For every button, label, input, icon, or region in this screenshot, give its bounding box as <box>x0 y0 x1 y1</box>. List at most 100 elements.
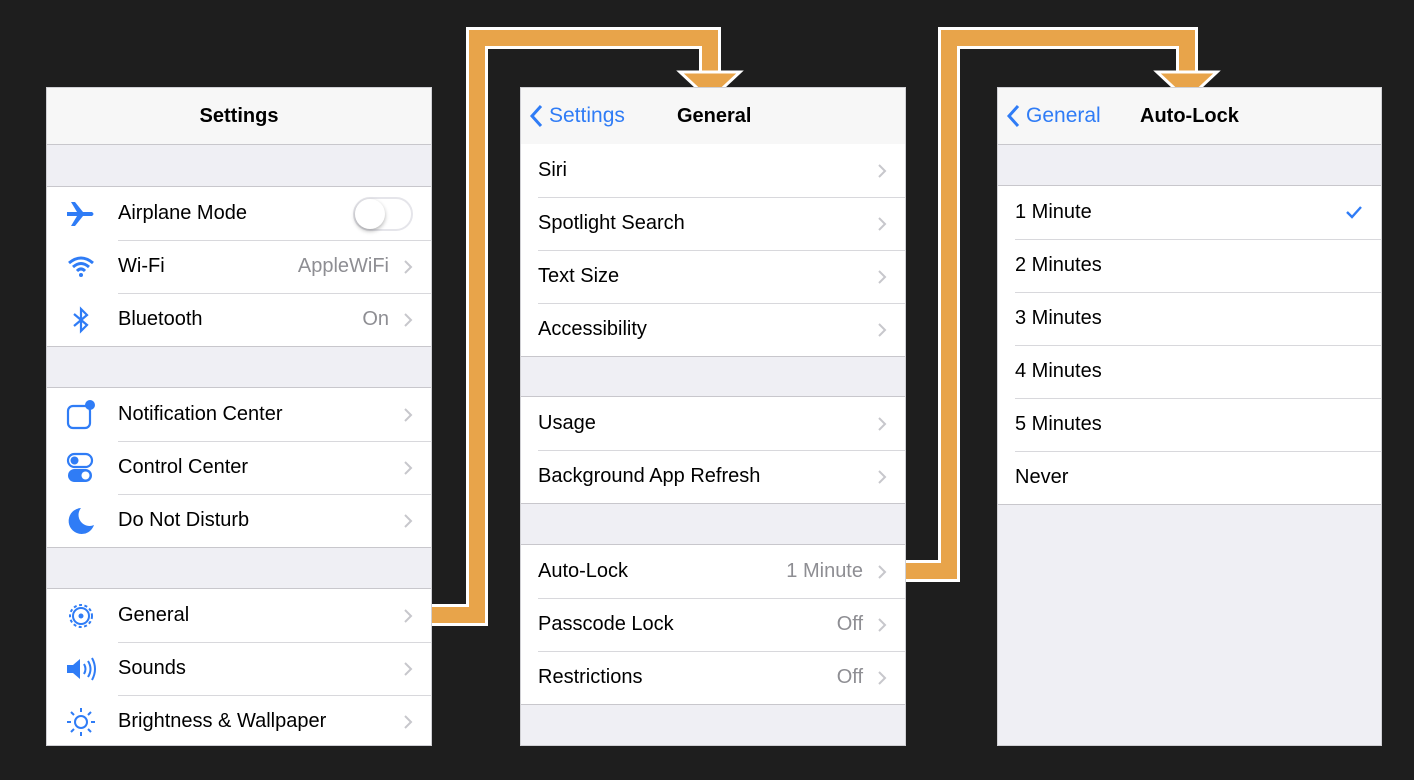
back-label: General <box>1026 104 1101 127</box>
row-spotlight-search[interactable]: Spotlight Search <box>521 197 905 250</box>
row-label: Background App Refresh <box>538 465 761 487</box>
page-title: Settings <box>199 105 279 127</box>
option-2-minutes[interactable]: 2 Minutes <box>998 239 1381 292</box>
row-label: Bluetooth <box>118 308 203 330</box>
general-screen: Settings General Siri Spotlight Search T… <box>520 87 906 746</box>
settings-group-connectivity: Airplane Mode Wi-Fi AppleWiFi Bluetooth … <box>47 186 431 347</box>
sun-icon <box>65 706 97 738</box>
settings-screen: Settings Airplane Mode Wi-Fi AppleWiFi B… <box>46 87 432 746</box>
chevron-right-icon <box>403 714 413 735</box>
general-group-2: Usage Background App Refresh <box>521 396 905 504</box>
row-label: Brightness & Wallpaper <box>118 710 327 732</box>
row-background-app-refresh[interactable]: Background App Refresh <box>521 450 905 503</box>
page-title: General <box>677 105 752 127</box>
airplane-icon <box>65 198 97 230</box>
navbar: General Auto-Lock <box>998 88 1381 145</box>
option-1-minute[interactable]: 1 Minute <box>998 186 1381 239</box>
row-label: Spotlight Search <box>538 212 685 234</box>
airplane-mode-toggle[interactable] <box>353 197 413 231</box>
chevron-right-icon <box>877 163 887 184</box>
row-label: Siri <box>538 159 567 181</box>
page-title: Auto-Lock <box>1140 105 1239 127</box>
row-label: Sounds <box>118 657 186 679</box>
chevron-left-icon <box>1006 104 1020 128</box>
option-label: 2 Minutes <box>1015 254 1102 276</box>
row-value: AppleWiFi <box>297 255 389 277</box>
bluetooth-icon <box>65 304 97 336</box>
option-label: Never <box>1015 466 1069 488</box>
row-passcode-lock[interactable]: Passcode Lock Off <box>521 598 905 651</box>
chevron-right-icon <box>877 269 887 290</box>
row-text-size[interactable]: Text Size <box>521 250 905 303</box>
notification-center-icon <box>65 399 97 431</box>
chevron-left-icon <box>529 104 543 128</box>
row-value: On <box>362 308 389 330</box>
row-label: Accessibility <box>538 318 647 340</box>
row-notification-center[interactable]: Notification Center <box>47 388 431 441</box>
chevron-right-icon <box>877 617 887 638</box>
option-4-minutes[interactable]: 4 Minutes <box>998 345 1381 398</box>
chevron-right-icon <box>877 322 887 343</box>
back-button[interactable]: General <box>1006 88 1101 144</box>
chevron-right-icon <box>403 460 413 481</box>
chevron-right-icon <box>403 407 413 428</box>
chevron-right-icon <box>403 608 413 629</box>
row-label: Wi-Fi <box>118 255 165 277</box>
auto-lock-options: 1 Minute 2 Minutes 3 Minutes 4 Minutes 5… <box>998 185 1381 505</box>
chevron-right-icon <box>403 513 413 534</box>
row-general[interactable]: General <box>47 589 431 642</box>
chevron-right-icon <box>403 312 413 333</box>
navbar: Settings General <box>521 88 905 145</box>
chevron-right-icon <box>877 564 887 585</box>
general-group-3: Auto-Lock 1 Minute Passcode Lock Off Res… <box>521 544 905 705</box>
row-accessibility[interactable]: Accessibility <box>521 303 905 356</box>
wifi-icon <box>65 251 97 283</box>
row-value: Off <box>836 613 863 635</box>
row-value: 1 Minute <box>786 560 863 582</box>
chevron-right-icon <box>403 661 413 682</box>
back-button[interactable]: Settings <box>529 88 625 144</box>
control-center-icon <box>65 452 97 484</box>
speaker-icon <box>65 653 97 685</box>
row-brightness-wallpaper[interactable]: Brightness & Wallpaper <box>47 695 431 745</box>
row-label: Passcode Lock <box>538 613 674 635</box>
toggle-knob <box>355 199 385 229</box>
row-label: Do Not Disturb <box>118 509 250 531</box>
row-do-not-disturb[interactable]: Do Not Disturb <box>47 494 431 547</box>
row-restrictions[interactable]: Restrictions Off <box>521 651 905 704</box>
checkmark-icon <box>1345 204 1363 225</box>
row-bluetooth[interactable]: Bluetooth On <box>47 293 431 346</box>
option-label: 3 Minutes <box>1015 307 1102 329</box>
gear-icon <box>65 600 97 632</box>
row-label: Usage <box>538 412 596 434</box>
row-airplane-mode[interactable]: Airplane Mode <box>47 187 431 240</box>
option-3-minutes[interactable]: 3 Minutes <box>998 292 1381 345</box>
option-label: 5 Minutes <box>1015 413 1102 435</box>
navbar: Settings <box>47 88 431 145</box>
moon-icon <box>65 505 97 537</box>
chevron-right-icon <box>877 469 887 490</box>
row-label: Airplane Mode <box>118 202 247 224</box>
row-siri[interactable]: Siri <box>521 144 905 197</box>
row-label: Control Center <box>118 456 249 478</box>
row-wifi[interactable]: Wi-Fi AppleWiFi <box>47 240 431 293</box>
settings-group-centers: Notification Center Control Center Do No… <box>47 387 431 548</box>
row-label: Notification Center <box>118 403 283 425</box>
row-control-center[interactable]: Control Center <box>47 441 431 494</box>
chevron-right-icon <box>877 670 887 691</box>
auto-lock-screen: General Auto-Lock 1 Minute 2 Minutes 3 M… <box>997 87 1382 746</box>
chevron-right-icon <box>877 216 887 237</box>
row-usage[interactable]: Usage <box>521 397 905 450</box>
option-label: 4 Minutes <box>1015 360 1102 382</box>
row-auto-lock[interactable]: Auto-Lock 1 Minute <box>521 545 905 598</box>
general-group-1: Siri Spotlight Search Text Size Accessib… <box>521 144 905 357</box>
row-label: Auto-Lock <box>538 560 629 582</box>
settings-group-general: General Sounds Brightness & Wallpaper <box>47 588 431 745</box>
option-5-minutes[interactable]: 5 Minutes <box>998 398 1381 451</box>
row-sounds[interactable]: Sounds <box>47 642 431 695</box>
row-value: Off <box>836 666 863 688</box>
chevron-right-icon <box>403 259 413 280</box>
back-label: Settings <box>549 104 625 127</box>
option-never[interactable]: Never <box>998 451 1381 504</box>
chevron-right-icon <box>877 416 887 437</box>
